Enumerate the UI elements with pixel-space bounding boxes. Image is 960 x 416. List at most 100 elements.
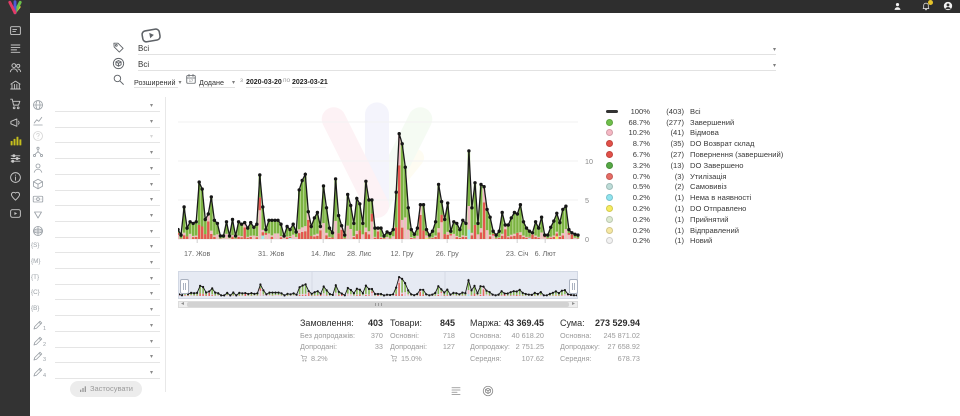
legend-item-2[interactable]: 10.2%(41)Відмова [606,128,783,139]
chevron-down-icon[interactable]: ▾ [150,181,153,188]
legend-marker [606,237,620,244]
user-icon[interactable] [893,2,902,11]
sidebar-item-info[interactable] [0,168,30,186]
filter-dropdown[interactable] [55,318,160,332]
legend-item-6[interactable]: 0.7%(3)Утилізація [606,171,783,182]
sidebar-item-bar-chart[interactable] [0,131,30,149]
legend-item-7[interactable]: 0.5%(2)Самовивіз [606,182,783,193]
filter-dropdown[interactable] [55,286,160,300]
chevron-down-icon[interactable]: ▾ [773,47,776,53]
legend-item-10[interactable]: 0.2%(1)Прийнятий [606,214,783,225]
chevron-down-icon[interactable]: ▾ [150,369,153,376]
filter-dropdown[interactable] [55,208,160,222]
filter-dropdown[interactable] [55,365,160,379]
date-from-input[interactable]: 2020-03-20 [246,73,280,88]
filter-dropdown[interactable] [55,239,160,253]
products-filter-field[interactable]: Всі ▾ [138,56,776,71]
chevron-down-icon[interactable]: ▾ [150,133,153,140]
legend-item-1[interactable]: 68.7%(277)Завершений [606,117,783,128]
chevron-down-icon[interactable]: ▾ [150,212,153,219]
chevron-down-icon[interactable]: ▾ [150,322,153,329]
legend-item-8[interactable]: 0.2%(1)Нема в наявності [606,192,783,203]
legend-item-5[interactable]: 3.2%(13)DO Завершено [606,160,783,171]
date-to-input[interactable]: 2023-03-21 [292,73,326,88]
legend-marker-shape [606,119,613,126]
help-icon [32,130,44,142]
chevron-down-icon[interactable]: ▾ [150,290,153,297]
legend-label: Повернення (завершений) [690,150,783,159]
sidebar-item-sliders[interactable] [0,149,30,167]
search-mode-select[interactable]: Розширений ▾ [134,73,178,88]
filter-dropdown[interactable] [55,271,160,285]
filter-dropdown[interactable] [55,98,160,112]
filter-dropdown[interactable] [55,349,160,363]
chart-navigator[interactable] [178,271,578,299]
scroll-right-icon[interactable]: ▸ [572,301,575,308]
chevron-down-icon[interactable]: ▾ [150,196,153,203]
chevron-down-icon[interactable]: ▾ [150,306,153,313]
badge-S-icon: {S} [31,242,39,249]
chevron-down-icon[interactable]: ▾ [150,275,153,282]
filter-dropdown[interactable] [55,302,160,316]
apply-filters-button[interactable]: Застосувати [70,381,142,397]
sidebar-item-list[interactable] [0,39,30,57]
chevron-down-icon[interactable]: ▾ [150,259,153,266]
stats-subvalue: 40 618.20 [512,331,544,340]
avatar[interactable] [943,1,953,11]
legend-item-0[interactable]: 100%(403)Всі [606,106,783,117]
stats-subvalue: 107.62 [522,354,544,363]
chevron-down-icon[interactable]: ▾ [150,243,153,250]
sidebar-item-video[interactable] [0,204,30,222]
chevron-down-icon[interactable]: ▾ [150,353,153,360]
x-axis-label: 14. Лис [311,249,335,258]
chevron-down-icon[interactable]: ▾ [232,80,235,86]
scrollbar-thumb[interactable] [187,302,569,307]
sliders-icon [9,152,22,165]
scroll-left-icon[interactable]: ◂ [181,301,184,308]
products-view-icon[interactable] [482,385,494,397]
sidebar-item-users[interactable] [0,58,30,76]
legend-item-3[interactable]: 8.7%(35)DO Возврат склад [606,138,783,149]
navigator-handle-right[interactable] [569,279,578,294]
filter-dropdown[interactable] [55,129,160,143]
sidebar-item-store[interactable] [0,76,30,94]
chevron-down-icon[interactable]: ▾ [150,338,153,345]
filter-dropdown[interactable] [55,334,160,348]
stats-sublabel: Допродані: [390,342,427,351]
legend-marker [606,227,620,234]
sidebar-item-cart[interactable] [0,94,30,112]
orders-chart[interactable] [178,95,582,247]
app-logo[interactable] [4,0,26,15]
chevron-down-icon[interactable]: ▾ [773,63,776,69]
filter-dropdown[interactable] [55,145,160,159]
statuses-filter-field[interactable]: Всі ▾ [138,40,776,55]
chevron-down-icon[interactable]: ▾ [150,102,153,109]
filter-dropdown[interactable] [55,255,160,269]
chart-scrollbar[interactable]: ◂ ▸ [178,301,578,308]
chevron-down-icon[interactable]: ▾ [150,118,153,125]
chevron-down-icon[interactable]: ▾ [150,165,153,172]
sidebar-item-dashboard[interactable] [0,21,30,39]
sidebar-item-support[interactable] [0,186,30,204]
legend-item-11[interactable]: 0.2%(1)Відправлений [606,225,783,236]
calendar-icon[interactable]: 17 [185,73,197,85]
filter-dropdown[interactable] [55,177,160,191]
legend-item-9[interactable]: 0.2%(1)DO Отправлено [606,203,783,214]
filter-row-globe-grid: ▾ [31,224,162,240]
filter-dropdown[interactable] [55,161,160,175]
filter-dropdown[interactable] [55,224,160,238]
list-view-icon[interactable] [450,385,462,397]
legend-item-12[interactable]: 0.2%(1)Новий [606,236,783,247]
chevron-down-icon[interactable]: ▾ [178,80,181,86]
filter-dropdown[interactable] [55,114,160,128]
filter-dropdown[interactable] [55,192,160,206]
legend-count: (403) [650,107,684,116]
sidebar-item-megaphone[interactable] [0,113,30,131]
chevron-down-icon[interactable]: ▾ [150,149,153,156]
search-icon[interactable] [112,73,125,86]
legend-item-4[interactable]: 6.7%(27)Повернення (завершений) [606,149,783,160]
chevron-down-icon[interactable]: ▾ [150,228,153,235]
date-field-select[interactable]: Додане ▾ [199,73,235,88]
filter-row-pencil4: 4▾ [31,365,162,381]
navigator-handle-left[interactable] [180,279,189,294]
